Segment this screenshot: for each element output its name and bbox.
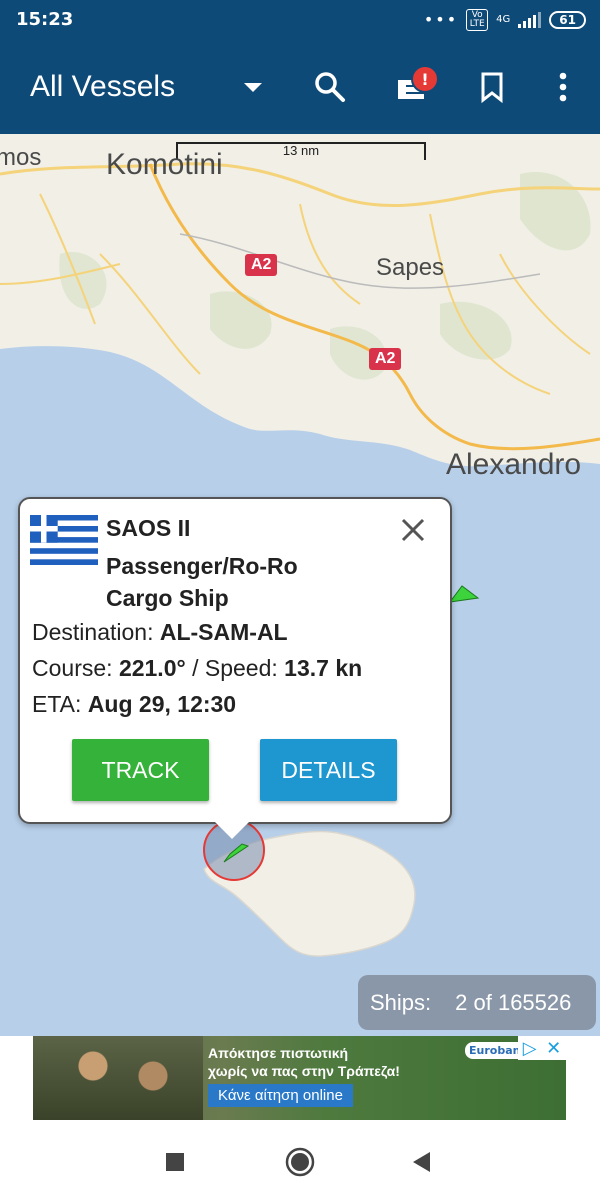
adchoices-icon[interactable]: ▷ (523, 1038, 537, 1059)
place-label-komotini: Komotini (106, 148, 223, 181)
destination-row: Destination: AL-SAM-AL (32, 619, 288, 646)
more-notifications-icon: ••• (423, 10, 459, 29)
track-button[interactable]: TRACK (72, 739, 209, 801)
signal-icon (518, 12, 542, 28)
ad-container: Απόκτησε πιστωτική χωρίς να πας στην Τρά… (0, 1036, 600, 1120)
more-vert-icon[interactable] (541, 65, 585, 109)
search-icon[interactable] (308, 65, 352, 109)
ad-headline: Απόκτησε πιστωτική χωρίς να πας στην Τρά… (208, 1044, 400, 1080)
volte-icon: Vo LTE (466, 9, 489, 31)
ad-banner[interactable]: Απόκτησε πιστωτική χωρίς να πας στην Τρά… (33, 1036, 566, 1120)
status-icons: ••• Vo LTE 4G 61 (424, 9, 586, 31)
status-bar: 15:23 ••• Vo LTE 4G 61 (0, 0, 600, 40)
battery-level: 61 (549, 11, 586, 29)
details-button[interactable]: DETAILS (260, 739, 397, 801)
status-time: 15:23 (16, 9, 74, 30)
ships-count: 2 of 165526 (455, 989, 572, 1015)
road-shield-a2: A2 (369, 348, 402, 370)
ad-close-icon[interactable]: ✕ (546, 1038, 561, 1059)
eta-label: ETA: (32, 691, 82, 717)
ad-image (33, 1036, 203, 1120)
recents-icon[interactable] (155, 1142, 195, 1182)
place-label-sapes: Sapes (376, 254, 445, 281)
chevron-down-icon[interactable] (244, 83, 262, 92)
eta-value: Aug 29, 12:30 (87, 691, 237, 717)
fleet-list-icon[interactable]: ! (389, 65, 439, 109)
home-icon[interactable] (280, 1142, 320, 1182)
place-label-alexandro: Alexandro (446, 448, 582, 481)
close-icon[interactable] (396, 513, 430, 547)
greece-flag-icon (30, 515, 98, 565)
speed-value: 13.7 kn (284, 655, 363, 681)
ships-label: Ships: (370, 989, 432, 1015)
alert-badge: ! (411, 65, 439, 93)
app-bar: All Vessels ! (0, 40, 600, 134)
course-value: 221.0° (118, 655, 186, 681)
system-nav-bar (0, 1120, 600, 1200)
back-icon[interactable] (402, 1142, 442, 1182)
vessel-info-popup: SAOS II Passenger/Ro-Ro Cargo Ship Desti… (18, 497, 452, 839)
vessel-filter-title[interactable]: All Vessels (30, 70, 175, 104)
popup-pointer (212, 819, 252, 839)
place-label: mos (0, 144, 42, 171)
ad-choices[interactable]: ▷ ✕ (518, 1036, 566, 1060)
ad-cta-button[interactable]: Κάνε αίτηση online (208, 1084, 353, 1107)
vessel-name: SAOS II (106, 515, 191, 541)
road-shield-a2: A2 (245, 254, 278, 276)
eta-row: ETA: Aug 29, 12:30 (32, 691, 236, 718)
course-speed-row: Course: 221.0° / Speed: 13.7 kn (32, 655, 362, 682)
ad-line-2: χωρίς να πας στην Τράπεζα! (208, 1063, 400, 1079)
vessel-type: Passenger/Ro-Ro Cargo Ship (106, 553, 298, 611)
destination-label: Destination: (32, 619, 154, 645)
bookmark-icon[interactable] (470, 65, 514, 109)
network-type: 4G (496, 14, 511, 25)
ad-line-1: Απόκτησε πιστωτική (208, 1045, 349, 1061)
separator: / (192, 655, 199, 681)
ships-counter[interactable]: Ships: 2 of 165526 (358, 975, 596, 1030)
destination-value: AL-SAM-AL (159, 619, 288, 645)
speed-label: Speed: (204, 655, 278, 681)
course-label: Course: (32, 655, 113, 681)
